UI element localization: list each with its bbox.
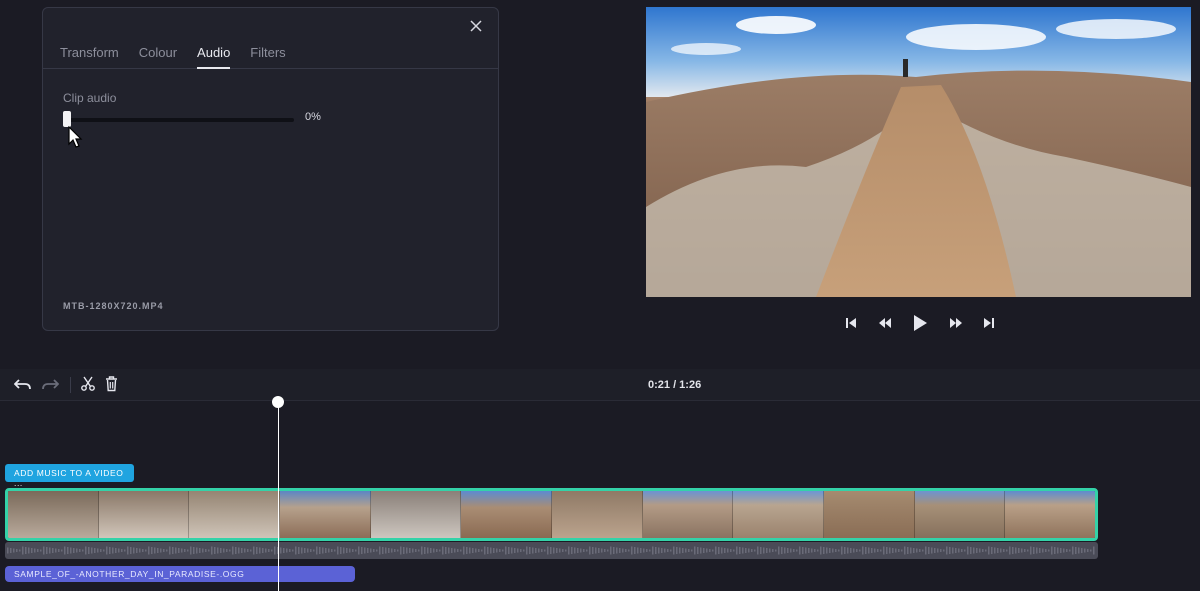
mouse-cursor-icon <box>68 126 83 148</box>
preview-frame <box>646 7 1191 297</box>
clip-thumbnail <box>914 491 1006 538</box>
clip-thumbnail <box>552 491 643 538</box>
skip-back-icon[interactable] <box>845 317 857 329</box>
video-preview[interactable] <box>646 7 1191 297</box>
playhead-handle[interactable] <box>272 396 284 408</box>
clip-thumbnail <box>280 491 371 538</box>
player-controls <box>845 313 995 333</box>
redo-icon[interactable] <box>41 376 60 397</box>
rewind-icon[interactable] <box>878 317 892 329</box>
toolbar-divider <box>70 377 71 393</box>
add-music-button[interactable]: ADD MUSIC TO A VIDEO ... <box>5 464 134 488</box>
scissors-icon[interactable] <box>81 376 95 397</box>
play-icon[interactable] <box>912 314 928 332</box>
video-clip[interactable] <box>5 488 1098 541</box>
clip-filename: MTB-1280X720.MP4 <box>63 301 164 311</box>
time-readout: 0:21 / 1:26 <box>648 379 702 391</box>
clip-thumbnail <box>1005 491 1095 538</box>
tab-colour[interactable]: Colour <box>139 38 177 69</box>
clip-audio-slider-thumb[interactable] <box>63 111 71 127</box>
clip-properties-panel: Transform Colour Audio Filters Clip audi… <box>42 7 499 331</box>
clip-thumbnail <box>370 491 462 538</box>
clip-thumbnail <box>642 491 734 538</box>
timeline-toolbar: 0:21 / 1:26 <box>0 369 1200 401</box>
tab-filters[interactable]: Filters <box>250 38 285 69</box>
undo-icon[interactable] <box>13 376 32 397</box>
trash-icon[interactable] <box>105 376 118 397</box>
clip-audio-value: 0% <box>305 111 321 123</box>
playhead-line[interactable] <box>278 402 279 591</box>
clip-thumbnail <box>98 491 190 538</box>
fast-forward-icon[interactable] <box>949 317 963 329</box>
clip-thumbnail <box>189 491 281 538</box>
close-icon[interactable] <box>468 18 484 34</box>
clip-thumbnail <box>8 491 99 538</box>
skip-forward-icon[interactable] <box>983 317 995 329</box>
clip-thumbnail <box>733 491 825 538</box>
clip-audio-waveform <box>5 542 1098 559</box>
waveform-graphic <box>7 546 1095 555</box>
music-clip[interactable]: SAMPLE_OF_-ANOTHER_DAY_IN_PARADISE-.OGG <box>5 566 355 582</box>
tab-transform[interactable]: Transform <box>60 38 119 69</box>
clip-audio-label: Clip audio <box>63 91 117 105</box>
clip-thumbnail <box>824 491 915 538</box>
tab-audio[interactable]: Audio <box>197 38 231 69</box>
panel-tabs: Transform Colour Audio Filters <box>43 38 498 69</box>
clip-thumbnail <box>461 491 553 538</box>
clip-audio-slider-track[interactable] <box>67 118 294 122</box>
